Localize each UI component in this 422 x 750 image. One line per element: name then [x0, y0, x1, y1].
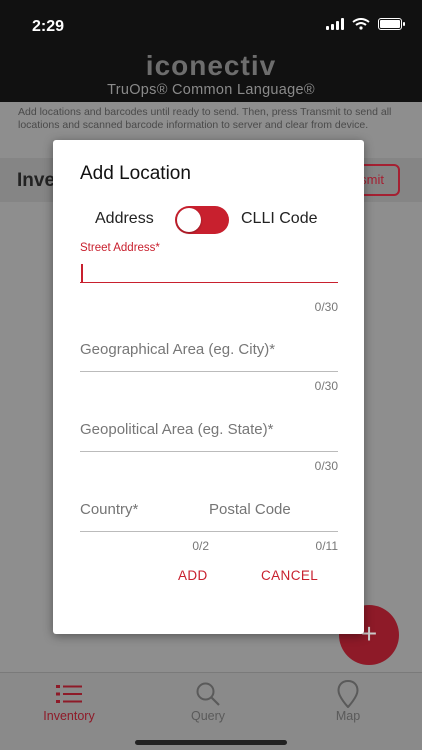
country-input[interactable] — [80, 487, 209, 532]
postal-code-field — [209, 487, 338, 532]
address-mode-switch[interactable] — [175, 206, 229, 234]
brand-logo: iconectiv — [145, 50, 277, 81]
switch-knob — [177, 208, 201, 232]
toggle-label-address: Address — [95, 210, 154, 227]
tab-label: Inventory — [43, 709, 95, 723]
state-input[interactable] — [80, 407, 338, 452]
dialog-title: Add Location — [80, 163, 191, 184]
street-address-label: Street Address* — [80, 242, 160, 254]
add-location-dialog: Add Location Address CLLI Code Street Ad… — [53, 140, 364, 634]
country-counter: 0/2 — [192, 539, 209, 553]
home-indicator — [135, 740, 287, 745]
status-bar: 2:29 — [0, 0, 422, 50]
street-address-field: Street Address* — [80, 242, 338, 283]
tab-query[interactable]: Query — [158, 673, 258, 723]
app-header: iconectiv TruOps® Common Language® — [0, 50, 422, 102]
street-address-counter: 0/30 — [314, 300, 338, 314]
cancel-button[interactable]: CANCEL — [261, 568, 318, 583]
tab-label: Query — [190, 709, 226, 723]
toggle-label-clli: CLLI Code — [241, 210, 318, 227]
search-icon — [196, 682, 220, 706]
list-icon — [56, 685, 82, 703]
postal-code-input[interactable] — [209, 487, 338, 532]
map-pin-icon — [337, 680, 359, 708]
city-input[interactable] — [80, 327, 338, 372]
battery-icon — [378, 18, 405, 30]
state-field — [80, 407, 338, 452]
status-time: 2:29 — [32, 18, 65, 35]
wifi-icon — [352, 18, 370, 30]
city-counter: 0/30 — [314, 379, 338, 393]
street-address-input[interactable] — [80, 254, 338, 283]
add-button[interactable]: ADD — [178, 568, 208, 583]
tab-label: Map — [335, 709, 361, 723]
state-counter: 0/30 — [314, 459, 338, 473]
instructions-text: Add locations and barcodes until ready t… — [18, 106, 392, 131]
status-icons — [326, 18, 405, 30]
app-name: TruOps® Common Language® — [107, 82, 315, 98]
app-screen: 2:29 iconectiv TruOps® Common Language® … — [0, 0, 422, 750]
tab-map[interactable]: Map — [298, 673, 398, 723]
signal-icon — [326, 18, 344, 30]
city-field — [80, 327, 338, 372]
postal-code-counter: 0/11 — [315, 539, 338, 553]
tab-inventory[interactable]: Inventory — [19, 673, 119, 723]
bottom-tab-bar: Inventory Query Map — [0, 672, 422, 750]
address-clli-toggle-row: Address CLLI Code — [53, 206, 364, 236]
text-caret — [81, 264, 83, 282]
country-field — [80, 487, 209, 532]
